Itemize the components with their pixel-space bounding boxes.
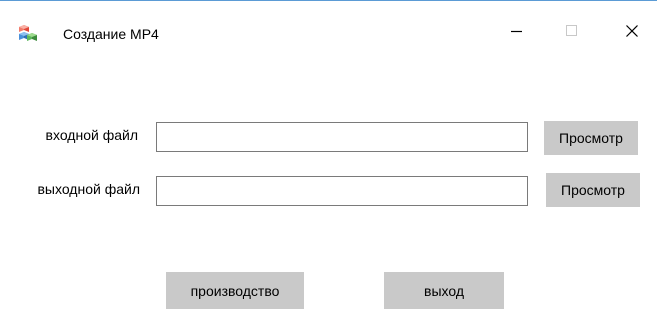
minimize-button[interactable] (494, 13, 540, 53)
output-browse-button[interactable]: Просмотр (546, 173, 640, 207)
colored-cubes-icon (17, 24, 39, 44)
window-title: Создание MP4 (63, 26, 159, 42)
input-file-field[interactable] (156, 122, 528, 152)
title-bar[interactable]: Создание MP4 (0, 1, 657, 44)
output-file-label: выходной файл (37, 181, 140, 197)
maximize-button[interactable] (549, 13, 595, 53)
close-icon (626, 24, 638, 42)
main-window: Создание MP4 входной файл Просмотр выход… (0, 0, 657, 320)
maximize-icon (566, 24, 578, 42)
minimize-icon (511, 24, 523, 42)
output-file-field[interactable] (156, 176, 528, 206)
close-button[interactable] (609, 13, 655, 53)
input-file-label: входной файл (45, 127, 138, 143)
input-browse-button[interactable]: Просмотр (544, 121, 638, 155)
exit-button[interactable]: выход (384, 272, 504, 309)
produce-button[interactable]: производство (166, 272, 304, 309)
